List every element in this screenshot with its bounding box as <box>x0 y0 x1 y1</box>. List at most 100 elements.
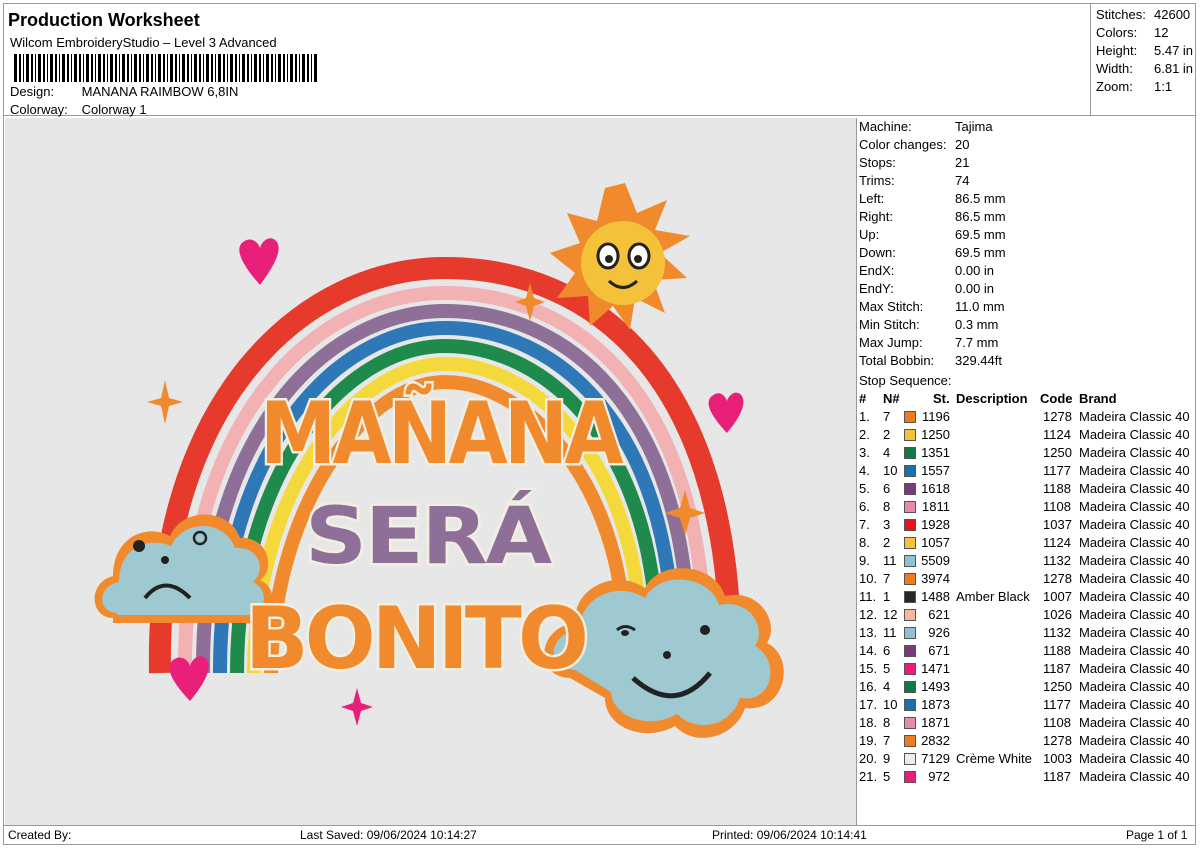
machine-info-row: Color changes: 20 <box>859 137 969 152</box>
row-code: 1003 <box>1043 751 1072 766</box>
machine-info-value: 69.5 mm <box>955 227 1006 242</box>
stop-sequence-row: 4. 10 1557 1177 Madeira Classic 40 <box>857 463 1196 481</box>
stat-stitches: Stitches: 42600 <box>1096 7 1190 22</box>
row-index: 5. <box>859 481 870 496</box>
color-swatch <box>904 501 916 513</box>
col-brand: Brand <box>1079 391 1117 406</box>
stop-sequence-row: 16. 4 1493 1250 Madeira Classic 40 <box>857 679 1196 697</box>
stat-label: Stitches: <box>1096 7 1146 22</box>
row-needle: 5 <box>883 661 891 676</box>
colorway-label: Colorway: <box>10 102 68 117</box>
stop-sequence-row: 5. 6 1618 1188 Madeira Classic 40 <box>857 481 1196 499</box>
row-needle: 6 <box>883 481 891 496</box>
stop-sequence-row: 1. 7 1196 1278 Madeira Classic 40 <box>857 409 1196 427</box>
row-brand: Madeira Classic 40 <box>1079 715 1190 730</box>
row-brand: Madeira Classic 40 <box>1079 427 1190 442</box>
row-brand: Madeira Classic 40 <box>1079 517 1190 532</box>
row-code: 1132 <box>1043 625 1071 640</box>
design-value: MANANA RAIMBOW 6,8IN <box>81 84 239 99</box>
row-code: 1124 <box>1043 427 1071 442</box>
stop-sequence-row: 12. 12 621 1026 Madeira Classic 40 <box>857 607 1196 625</box>
colorway-value: Colorway 1 <box>81 102 147 117</box>
row-brand: Madeira Classic 40 <box>1079 769 1190 784</box>
machine-info-label: Max Jump: <box>859 335 923 350</box>
row-stitches: 671 <box>928 643 950 658</box>
color-swatch <box>904 411 916 423</box>
machine-info-label: Up: <box>859 227 880 242</box>
machine-info-label: Min Stitch: <box>859 317 920 332</box>
color-swatch <box>904 699 916 711</box>
color-swatch <box>904 447 916 459</box>
col-description: Description <box>956 391 1028 406</box>
machine-info-row: Right: 86.5 mm <box>859 209 1006 224</box>
row-brand: Madeira Classic 40 <box>1079 409 1190 424</box>
row-stitches: 1928 <box>921 517 950 532</box>
row-index: 13. <box>859 625 878 640</box>
machine-info-value: 7.7 mm <box>955 335 999 350</box>
row-needle: 5 <box>883 769 891 784</box>
row-stitches: 1811 <box>922 499 950 514</box>
row-stitches: 1873 <box>921 697 950 712</box>
row-stitches: 1351 <box>921 445 950 460</box>
machine-info-value: 86.5 mm <box>955 209 1006 224</box>
row-brand: Madeira Classic 40 <box>1079 643 1190 658</box>
machine-info-label: Machine: <box>859 119 912 134</box>
row-code: 1108 <box>1043 499 1071 514</box>
row-brand: Madeira Classic 40 <box>1079 445 1190 460</box>
stop-sequence-row: 14. 6 671 1188 Madeira Classic 40 <box>857 643 1196 661</box>
machine-info-row: Left: 86.5 mm <box>859 191 1006 206</box>
row-needle: 7 <box>883 571 891 586</box>
color-swatch <box>904 771 916 783</box>
machine-info-row: Total Bobbin: 329.44ft <box>859 353 1002 368</box>
row-index: 7. <box>859 517 870 532</box>
machine-info-label: Left: <box>859 191 885 206</box>
row-code: 1108 <box>1043 715 1071 730</box>
stop-sequence-row: 2. 2 1250 1124 Madeira Classic 40 <box>857 427 1196 445</box>
row-needle: 6 <box>883 643 891 658</box>
row-brand: Madeira Classic 40 <box>1079 625 1190 640</box>
row-stitches: 1250 <box>921 427 950 442</box>
machine-info-row: Up: 69.5 mm <box>859 227 1006 242</box>
row-code: 1187 <box>1043 661 1071 676</box>
row-index: 21. <box>859 769 878 784</box>
created-by: Created By: <box>8 828 72 842</box>
row-needle: 10 <box>883 697 898 712</box>
row-stitches: 621 <box>928 607 950 622</box>
row-brand: Madeira Classic 40 <box>1079 607 1190 622</box>
row-description: Amber Black <box>956 589 1030 604</box>
color-swatch <box>904 609 916 621</box>
stat-height: Height: 5.47 in <box>1096 43 1193 58</box>
color-swatch <box>904 537 916 549</box>
row-needle: 8 <box>883 715 891 730</box>
row-code: 1250 <box>1043 445 1072 460</box>
row-index: 18. <box>859 715 878 730</box>
stop-sequence-row: 13. 11 926 1132 Madeira Classic 40 <box>857 625 1196 643</box>
machine-info-label: EndY: <box>859 281 894 296</box>
design-label: Design: <box>10 84 55 99</box>
machine-info-value: 11.0 mm <box>955 299 1005 314</box>
col-stitches: St. <box>933 391 950 406</box>
row-index: 6. <box>859 499 870 514</box>
row-code: 1177 <box>1043 697 1071 712</box>
row-brand: Madeira Classic 40 <box>1079 499 1190 514</box>
stat-colors: Colors: 12 <box>1096 25 1168 40</box>
machine-info-row: EndX: 0.00 in <box>859 263 994 278</box>
machine-info-value: 86.5 mm <box>955 191 1006 206</box>
machine-info-value: Tajima <box>955 119 993 134</box>
stop-sequence-row: 19. 7 2832 1278 Madeira Classic 40 <box>857 733 1196 751</box>
row-index: 10. <box>859 571 878 586</box>
row-code: 1177 <box>1043 463 1071 478</box>
row-stitches: 972 <box>928 769 950 784</box>
machine-info-label: Down: <box>859 245 896 260</box>
machine-info-row: Down: 69.5 mm <box>859 245 1006 260</box>
row-needle: 7 <box>883 409 891 424</box>
artwork-line-1: MAÑANA <box>260 383 624 484</box>
color-swatch <box>904 573 916 585</box>
machine-info-label: Max Stitch: <box>859 299 924 314</box>
machine-info-label: Right: <box>859 209 893 224</box>
row-code: 1187 <box>1043 769 1071 784</box>
row-code: 1278 <box>1043 409 1072 424</box>
stat-label: Height: <box>1096 43 1138 58</box>
row-brand: Madeira Classic 40 <box>1079 535 1190 550</box>
row-stitches: 2832 <box>921 733 950 748</box>
